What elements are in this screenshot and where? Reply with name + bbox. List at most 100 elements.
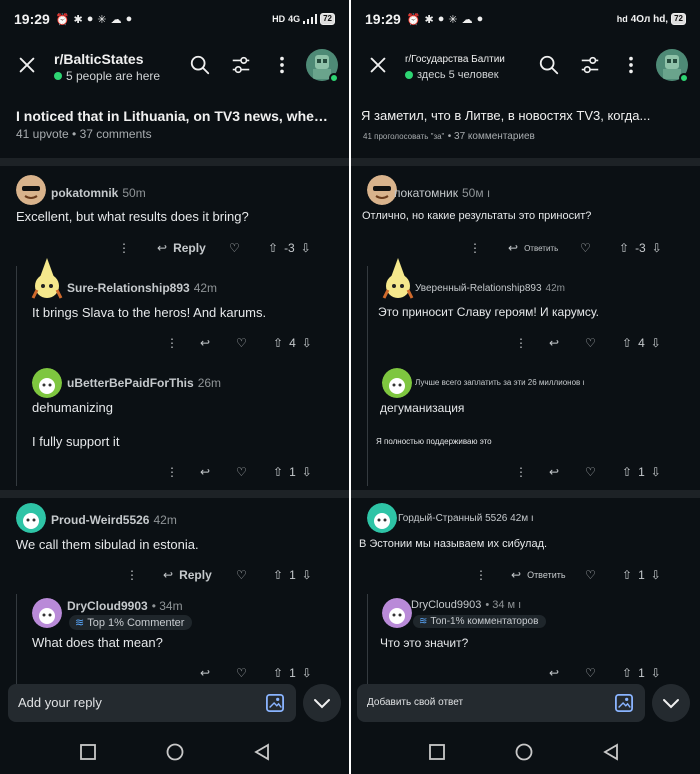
- comment-author[interactable]: Proud-Weird5526 42m: [51, 513, 177, 527]
- award-icon[interactable]: ♡: [236, 566, 247, 584]
- chevron-down-icon[interactable]: [303, 684, 341, 722]
- vote-controls[interactable]: ⇧ 1 ⇩: [622, 566, 661, 584]
- more-icon[interactable]: ⋮: [515, 463, 527, 481]
- sort-filter-icon[interactable]: [579, 54, 601, 76]
- award-icon[interactable]: ♡: [580, 239, 591, 257]
- home-icon[interactable]: [514, 742, 534, 762]
- subreddit-name[interactable]: r/BalticStates: [54, 51, 143, 67]
- more-options-icon[interactable]: [271, 54, 293, 76]
- more-icon[interactable]: ⋮: [475, 566, 487, 584]
- more-icon[interactable]: ⋮: [166, 334, 178, 352]
- vote-controls[interactable]: ⇧ 1 ⇩: [622, 664, 661, 682]
- avatar-pokatomnik[interactable]: [367, 175, 397, 205]
- vote-controls[interactable]: ⇧ -3 ⇩: [268, 239, 311, 257]
- reply-icon[interactable]: ↩: [549, 334, 559, 352]
- vote-controls[interactable]: ⇧ 4 ⇩: [273, 334, 312, 352]
- avatar-sure-relationship[interactable]: [31, 258, 63, 302]
- more-icon[interactable]: ⋮: [126, 566, 138, 584]
- image-icon[interactable]: [615, 694, 633, 712]
- award-icon[interactable]: ♡: [236, 334, 247, 352]
- comment-author[interactable]: Лучше всего заплатить за эти 26 миллионо…: [415, 378, 585, 387]
- comment-author[interactable]: DryCloud9903 • 34m: [67, 599, 183, 613]
- post-title[interactable]: I noticed that in Lithuania, on TV3 news…: [16, 108, 336, 124]
- comment-author[interactable]: Гордый-Странный 5526 42м ı: [398, 513, 534, 524]
- comment-actions: ⋮ ↩ Ответить ♡ ⇧ -3 ⇩: [351, 239, 700, 257]
- signal-icon: [303, 14, 318, 24]
- recent-apps-icon[interactable]: [78, 742, 98, 762]
- top-commenter-badge: ≋ Топ-1% комментаторов: [413, 615, 547, 628]
- more-icon[interactable]: ⋮: [166, 463, 178, 481]
- sort-filter-icon[interactable]: [230, 54, 252, 76]
- close-icon[interactable]: [16, 54, 38, 76]
- comment-author[interactable]: DryCloud9903 • 34 м ı: [411, 599, 521, 611]
- close-icon[interactable]: [367, 54, 389, 76]
- subreddit-header: r/Государства Балтии здесь 5 человек: [351, 44, 700, 90]
- comment-actions: ⋮ ↩ ♡ ⇧ 1 ⇩: [0, 463, 349, 481]
- chevron-down-icon[interactable]: [652, 684, 690, 722]
- chat-icon: ●: [86, 12, 94, 25]
- subreddit-name[interactable]: r/Государства Балтии: [405, 54, 505, 65]
- avatar-proud-weird[interactable]: [367, 503, 397, 533]
- award-icon[interactable]: ♡: [585, 334, 596, 352]
- comment-author[interactable]: Уверенный-Relationship893 42m: [415, 283, 565, 294]
- more-options-icon[interactable]: [620, 54, 642, 76]
- comment-body: What does that mean?: [32, 635, 163, 650]
- thread-line: [367, 266, 368, 486]
- reply-input[interactable]: Добавить свой ответ: [357, 684, 645, 722]
- reply-button[interactable]: ↩ Ответить: [508, 239, 558, 257]
- vote-controls[interactable]: ⇧ 4 ⇩: [622, 334, 661, 352]
- avatar-drycloud[interactable]: [382, 598, 412, 628]
- avatar-ubetterbepaid[interactable]: [32, 368, 62, 398]
- comment-author[interactable]: pokatomnik 50m: [51, 186, 146, 200]
- comment-author[interactable]: uBetterBePaidForThis 26m: [67, 376, 221, 390]
- subreddit-header: r/BalticStates 5 people are here: [0, 44, 349, 90]
- vote-controls[interactable]: ⇧ 1 ⇩: [273, 566, 312, 584]
- reply-icon[interactable]: ↩: [549, 463, 559, 481]
- post-title[interactable]: Я заметил, что в Литве, в новостях TV3, …: [361, 108, 691, 123]
- back-icon[interactable]: [601, 742, 621, 762]
- reply-button[interactable]: ↩ Ответить: [511, 566, 566, 584]
- award-icon[interactable]: ♡: [585, 664, 596, 682]
- vote-controls[interactable]: ⇧ 1 ⇩: [622, 463, 661, 481]
- image-icon[interactable]: [266, 694, 284, 712]
- avatar-pokatomnik[interactable]: [16, 175, 46, 205]
- upvote-icon: ⇧: [619, 241, 630, 255]
- separator: [351, 490, 700, 498]
- comment-body: It brings Slava to the heros! And karums…: [32, 305, 267, 320]
- vote-controls[interactable]: ⇧ 1 ⇩: [273, 664, 312, 682]
- online-status-dot: [679, 73, 689, 83]
- reply-icon[interactable]: ↩: [549, 664, 559, 682]
- home-icon[interactable]: [165, 742, 185, 762]
- reply-input[interactable]: Add your reply: [8, 684, 296, 722]
- avatar-proud-weird[interactable]: [16, 503, 46, 533]
- alarm-icon: ⏰: [406, 13, 421, 26]
- award-icon[interactable]: ♡: [236, 664, 247, 682]
- vote-controls[interactable]: ⇧ -3 ⇩: [619, 239, 662, 257]
- reply-icon[interactable]: ↩: [200, 664, 210, 682]
- more-icon[interactable]: ⋮: [469, 239, 481, 257]
- award-icon[interactable]: ♡: [585, 566, 596, 584]
- reply-button[interactable]: ↩ Reply: [163, 566, 212, 584]
- avatar-ubetterbepaid[interactable]: [382, 368, 412, 398]
- search-icon[interactable]: [538, 54, 560, 76]
- search-icon[interactable]: [189, 54, 211, 76]
- reply-icon[interactable]: ↩: [200, 463, 210, 481]
- award-icon[interactable]: ♡: [229, 239, 240, 257]
- reply-button[interactable]: ↩ Reply: [157, 239, 206, 257]
- avatar-drycloud[interactable]: [32, 598, 62, 628]
- incognito-icon: ●: [125, 12, 133, 25]
- back-icon[interactable]: [252, 742, 272, 762]
- award-icon[interactable]: ♡: [585, 463, 596, 481]
- award-icon[interactable]: ♡: [236, 463, 247, 481]
- more-icon[interactable]: ⋮: [515, 334, 527, 352]
- recent-apps-icon[interactable]: [427, 742, 447, 762]
- reply-icon[interactable]: ↩: [200, 334, 210, 352]
- more-icon[interactable]: ⋮: [118, 239, 130, 257]
- comment-author[interactable]: Sure-Relationship893 42m: [67, 281, 217, 295]
- avatar-sure-relationship[interactable]: [382, 258, 414, 302]
- bluetooth-icon: ✱: [424, 13, 434, 26]
- comment-actions: ⋮ ↩ Ответить ♡ ⇧ 1 ⇩: [351, 566, 700, 584]
- vote-controls[interactable]: ⇧ 1 ⇩: [273, 463, 312, 481]
- upvote-icon: ⇧: [622, 568, 633, 582]
- comment-author[interactable]: покатомник 50м ı: [394, 186, 490, 200]
